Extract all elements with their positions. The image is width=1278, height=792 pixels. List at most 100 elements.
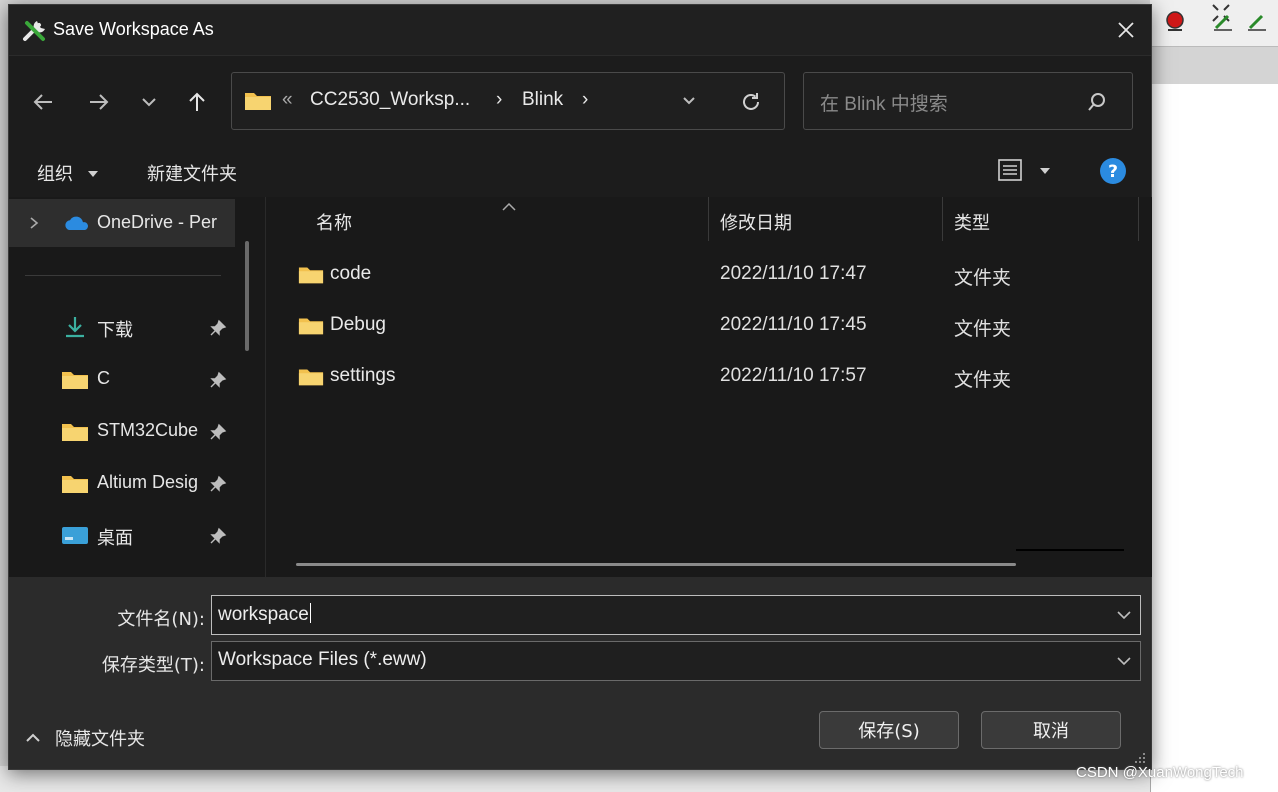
step-over-icon[interactable] xyxy=(1244,8,1270,34)
nav-item-label: C xyxy=(97,368,110,388)
new-folder-button[interactable]: 新建文件夹 xyxy=(147,160,237,186)
chevron-down-icon[interactable] xyxy=(1116,654,1132,668)
nav-item-label: 桌面 xyxy=(97,528,133,548)
close-button[interactable] xyxy=(1109,13,1143,47)
filetype-label: 保存类型(T): xyxy=(101,655,205,676)
up-button[interactable] xyxy=(181,86,213,118)
folder-icon xyxy=(62,424,88,441)
pin-icon[interactable] xyxy=(209,423,227,441)
pin-icon[interactable] xyxy=(209,527,227,545)
arrow-right-icon xyxy=(90,94,109,110)
breadcrumb-workspace[interactable]: CC2530_Worksp... xyxy=(310,89,470,111)
file-type: 文件夹 xyxy=(954,369,1012,391)
column-header-date[interactable]: 修改日期 xyxy=(720,209,792,235)
svg-text:?: ? xyxy=(1108,162,1118,182)
filename-label: 文件名(N): xyxy=(117,609,205,630)
folder-icon xyxy=(62,476,88,493)
iar-tools-icon xyxy=(23,21,45,41)
nav-item-downloads[interactable]: 下载 xyxy=(9,303,235,351)
breadcrumb-blink[interactable]: Blink xyxy=(522,89,563,111)
caret-down-icon xyxy=(1040,168,1050,174)
pin-icon[interactable] xyxy=(209,371,227,389)
folder-icon xyxy=(298,267,324,284)
pin-icon[interactable] xyxy=(209,319,227,337)
filename-text: workspace xyxy=(218,604,309,625)
back-button[interactable] xyxy=(27,86,59,118)
nav-item-stm32cube[interactable]: STM32Cube xyxy=(9,407,235,455)
save-workspace-dialog: Save Workspace As « CC2530_Worksp... › B… xyxy=(8,4,1152,770)
filename-input[interactable]: workspace xyxy=(211,595,1141,635)
sort-ascending-icon xyxy=(502,203,516,211)
step-icon[interactable] xyxy=(1210,8,1236,34)
file-name: code xyxy=(330,263,372,284)
nav-pane-scrollbar[interactable] xyxy=(245,241,249,351)
column-header-type[interactable]: 类型 xyxy=(954,209,990,235)
nav-item-label: OneDrive - Per xyxy=(97,212,218,232)
recent-locations-button[interactable] xyxy=(133,86,165,118)
cancel-button[interactable]: 取消 xyxy=(981,711,1121,749)
stop-debug-icon[interactable] xyxy=(1162,8,1188,34)
arrow-left-icon xyxy=(33,94,52,110)
search-placeholder[interactable]: 在 Blink 中搜索 xyxy=(820,89,948,116)
column-divider[interactable] xyxy=(942,197,943,241)
desktop-icon xyxy=(62,527,88,544)
filetype-select[interactable]: Workspace Files (*.eww) xyxy=(211,641,1141,681)
save-button[interactable]: 保存(S) xyxy=(819,711,959,749)
background-toolbar xyxy=(1150,0,1278,47)
search-box[interactable]: 在 Blink 中搜索 xyxy=(803,72,1133,130)
table-row[interactable]: code 2022/11/10 17:47 文件夹 xyxy=(266,249,1152,299)
hide-folders-toggle[interactable]: 隐藏文件夹 xyxy=(25,725,145,751)
chevron-down-icon[interactable] xyxy=(1116,608,1132,622)
view-options-button[interactable] xyxy=(997,157,1053,185)
nav-item-onedrive[interactable]: OneDrive - Per xyxy=(9,199,235,247)
column-divider[interactable] xyxy=(1138,197,1139,241)
dialog-titlebar[interactable]: Save Workspace As xyxy=(9,5,1151,55)
navigation-pane: OneDrive - Per 下载 C STM32Cube Altium Des… xyxy=(9,197,265,577)
chevron-down-icon xyxy=(142,98,156,107)
table-row[interactable]: Debug 2022/11/10 17:45 文件夹 xyxy=(266,300,1152,350)
table-row[interactable]: settings 2022/11/10 17:57 文件夹 xyxy=(266,351,1152,401)
file-name: Debug xyxy=(330,314,386,335)
download-icon xyxy=(66,317,84,338)
forward-button[interactable] xyxy=(83,86,115,118)
breadcrumb-separator: › xyxy=(496,89,503,110)
nav-item-label: Altium Desig xyxy=(97,472,199,492)
chevron-up-icon xyxy=(26,733,40,742)
search-icon[interactable] xyxy=(1086,91,1108,113)
folder-icon xyxy=(298,318,324,335)
arrow-up-icon xyxy=(189,92,205,111)
file-date: 2022/11/10 17:47 xyxy=(720,263,867,284)
watermark: CSDN @XuanWongTech xyxy=(1076,764,1244,781)
address-bar[interactable]: « CC2530_Worksp... › Blink › xyxy=(231,72,785,130)
folder-icon xyxy=(245,93,271,110)
nav-item-altium[interactable]: Altium Desig xyxy=(9,459,235,507)
navigation-bar: « CC2530_Worksp... › Blink › 在 Blink 中搜索 xyxy=(9,55,1151,146)
nav-item-desktop[interactable]: 桌面 xyxy=(9,511,235,559)
background-editor-pane xyxy=(1150,84,1278,792)
help-button[interactable]: ? xyxy=(1099,157,1127,185)
breadcrumb-separator: › xyxy=(582,89,589,110)
nav-item-c[interactable]: C xyxy=(9,355,235,403)
column-divider[interactable] xyxy=(708,197,709,241)
save-options-panel: 文件名(N): workspace 保存类型(T): Workspace Fil… xyxy=(9,577,1151,769)
organize-label: 组织 xyxy=(37,164,73,185)
pin-icon[interactable] xyxy=(209,475,227,493)
refresh-icon[interactable] xyxy=(740,91,762,113)
folder-icon xyxy=(62,372,88,389)
file-date: 2022/11/10 17:45 xyxy=(720,314,867,335)
chevron-down-icon[interactable] xyxy=(682,96,696,106)
organize-menu[interactable]: 组织 xyxy=(37,160,99,186)
column-header-name[interactable]: 名称 xyxy=(316,209,352,235)
text-caret xyxy=(309,603,311,623)
filename-value[interactable]: workspace xyxy=(218,603,311,626)
chevron-right-icon[interactable] xyxy=(29,217,39,229)
breadcrumb-overflow[interactable]: « xyxy=(282,89,293,111)
file-date: 2022/11/10 17:57 xyxy=(720,365,867,386)
command-bar: 组织 新建文件夹 ? xyxy=(9,145,1151,197)
nav-divider xyxy=(25,275,221,276)
file-name: settings xyxy=(330,365,396,386)
filetype-value: Workspace Files (*.eww) xyxy=(218,649,427,670)
nav-item-label: 下载 xyxy=(97,320,133,340)
folder-icon xyxy=(298,369,324,386)
horizontal-scrollbar[interactable] xyxy=(296,563,1016,566)
